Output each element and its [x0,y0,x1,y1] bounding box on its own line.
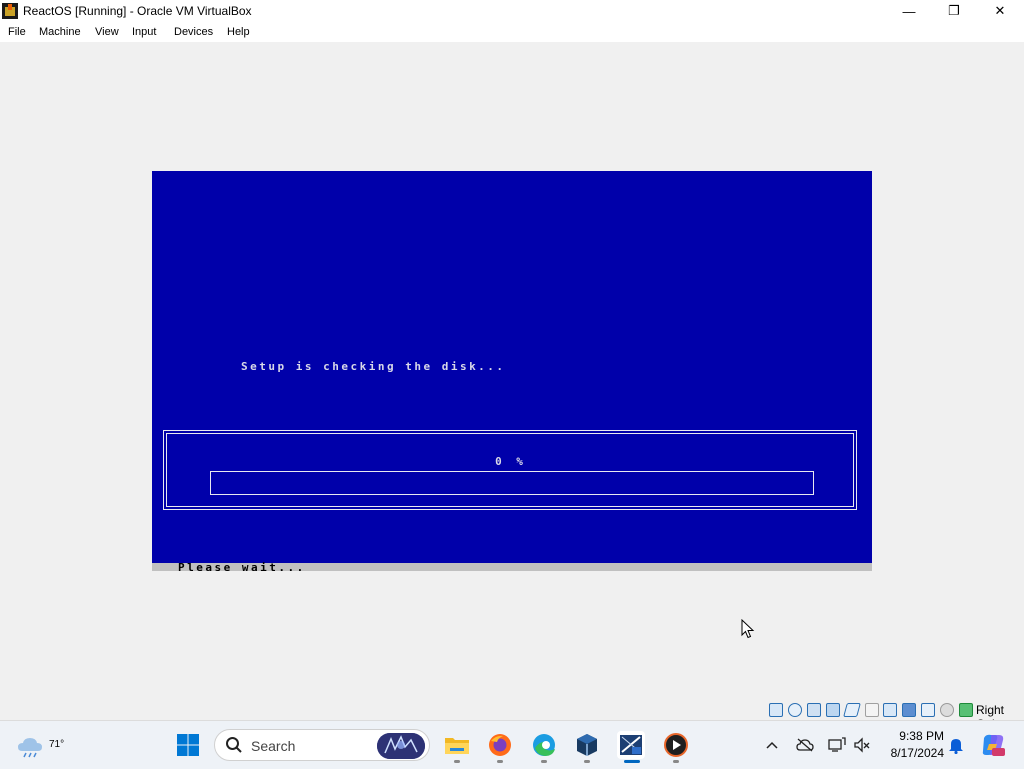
edge-running-indicator [541,760,547,763]
menu-machine[interactable]: Machine [39,26,81,38]
firefox-icon[interactable] [486,731,514,759]
virtualbox-running-indicator [584,760,590,763]
progress-frame: 0 % [163,430,857,510]
minimize-button[interactable]: — [886,0,932,22]
audio-icon[interactable] [807,703,821,717]
media-player-running-indicator [673,760,679,763]
taskbar-search[interactable]: Search [214,729,430,761]
weather-temperature: 71° [49,739,65,750]
vm-display[interactable]: Setup is checking the disk... 0 % [152,171,872,563]
keyboard-capture-icon[interactable] [959,703,973,717]
reactos-setup-icon[interactable] [617,731,645,759]
maximize-button[interactable]: ❐ [931,0,977,22]
virtualbox-app-icon [2,3,18,19]
menu-input[interactable]: Input [132,26,156,38]
file-explorer-running-indicator [454,760,460,763]
clock-date: 8/17/2024 [890,746,944,760]
weather-cloud-icon [18,738,42,758]
search-highlight-image [377,733,425,759]
virtualbox-icon[interactable] [573,731,601,759]
menu-view[interactable]: View [95,26,119,38]
recording-icon[interactable] [902,703,916,717]
display-icon[interactable] [883,703,897,717]
hard-disk-icon[interactable] [769,703,783,717]
search-icon [226,737,242,753]
network-display-icon[interactable] [827,735,847,755]
file-explorer-icon[interactable] [443,731,471,759]
window-title: ReactOS [Running] - Oracle VM VirtualBox [23,4,252,18]
volume-muted-icon[interactable] [852,735,872,755]
start-icon[interactable] [174,731,202,759]
menu-bar: File Machine View Input Devices Help [0,22,1024,42]
firefox-running-indicator [497,760,503,763]
copilot-icon[interactable] [980,732,1006,758]
vm-status-text: Please wait... [178,561,306,574]
show-hidden-icons-chevron-icon[interactable] [762,735,782,755]
clock-time: 9:38 PM [899,729,944,743]
onedrive-offline-icon[interactable] [795,735,815,755]
shared-folders-icon[interactable] [865,703,879,717]
menu-file[interactable]: File [8,26,26,38]
progress-frame-inner [166,433,854,507]
edge-icon[interactable] [530,731,558,759]
notification-bell-icon[interactable] [946,735,966,755]
optical-drive-icon[interactable] [788,703,802,717]
progress-bar [210,471,814,495]
mouse-integration-icon[interactable] [940,703,954,717]
title-bar: ReactOS [Running] - Oracle VM VirtualBox… [0,0,1024,22]
menu-help[interactable]: Help [227,26,250,38]
weather-widget[interactable]: 71° [16,731,64,761]
usb-icon[interactable] [843,703,861,717]
vt-x-icon[interactable] [921,703,935,717]
network-icon[interactable] [826,703,840,717]
setup-message: Setup is checking the disk... [241,360,506,373]
search-label: Search [251,738,296,754]
taskbar: 71° Search 9:38 PM 8/17/2024 [0,720,1024,769]
taskbar-clock[interactable]: 9:38 PM 8/17/2024 [880,728,944,762]
close-button[interactable]: ✕ [977,0,1023,22]
reactos-setup-active-indicator [624,760,640,763]
mouse-cursor-icon [741,619,755,639]
menu-devices[interactable]: Devices [174,26,213,38]
progress-percent: 0 % [495,455,527,468]
media-player-icon[interactable] [662,731,690,759]
